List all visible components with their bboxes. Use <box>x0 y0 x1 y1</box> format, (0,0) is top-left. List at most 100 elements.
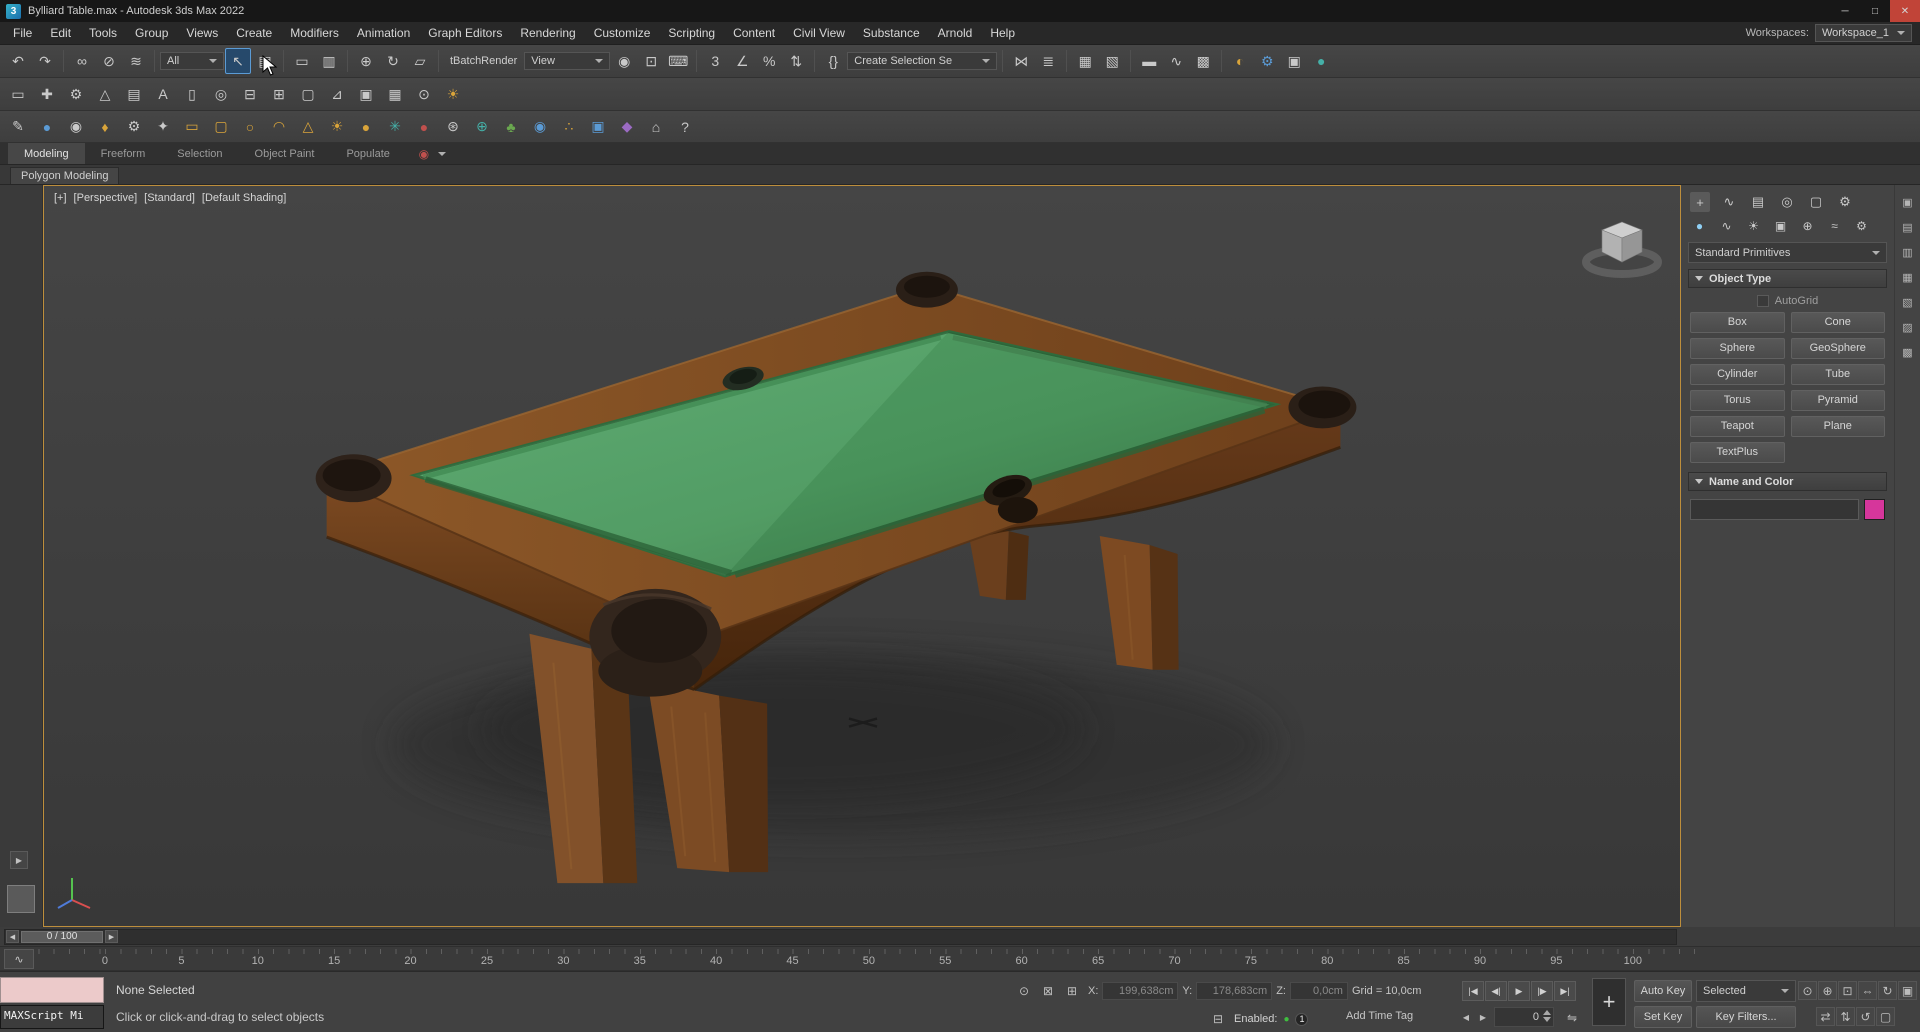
maxscript-mini-listener[interactable]: MAXScript Mi <box>0 1005 104 1029</box>
atom-icon[interactable]: ⊛ <box>440 114 466 140</box>
tab-populate[interactable]: Populate <box>330 143 405 164</box>
circle-icon[interactable]: ○ <box>237 114 263 140</box>
terrain-icon[interactable]: △ <box>92 81 118 107</box>
layout-expand-icon[interactable]: ▶ <box>10 851 28 869</box>
zoom-all-icon[interactable]: ⊕ <box>1818 981 1837 1000</box>
object-name-field[interactable] <box>1690 499 1859 520</box>
previous-key-icon[interactable]: ◀ <box>1458 1008 1474 1026</box>
viewport-canvas[interactable] <box>44 186 1680 926</box>
menu-help[interactable]: Help <box>981 22 1024 45</box>
keyboard-override-icon[interactable]: ⌨ <box>665 48 691 74</box>
notification-badge[interactable]: 1 <box>1295 1012 1309 1026</box>
menu-file[interactable]: File <box>4 22 41 45</box>
key-icon[interactable]: ♦ <box>92 114 118 140</box>
next-key-icon[interactable]: ▶ <box>1475 1008 1491 1026</box>
view-cube[interactable] <box>1572 208 1672 286</box>
snow-globe-icon[interactable]: ● <box>34 114 60 140</box>
orbit-icon[interactable]: ↻ <box>1878 981 1897 1000</box>
globe-icon[interactable]: ⊕ <box>469 114 495 140</box>
create-tab[interactable]: + <box>1690 192 1710 212</box>
select-and-rotate-icon[interactable]: ↻ <box>380 48 406 74</box>
menu-scripting[interactable]: Scripting <box>659 22 724 45</box>
photo-app-icon[interactable]: ▣ <box>585 114 611 140</box>
modify-tab[interactable]: ∿ <box>1719 192 1739 212</box>
frame-spinner[interactable] <box>1543 1010 1551 1022</box>
undo-icon[interactable]: ↶ <box>5 48 31 74</box>
window-crossing-icon[interactable]: ▥ <box>316 48 342 74</box>
align-icon[interactable]: ≣ <box>1035 48 1061 74</box>
select-and-link-icon[interactable]: ∞ <box>69 48 95 74</box>
tab-selection[interactable]: Selection <box>161 143 238 164</box>
next-frame-button[interactable]: |▶ <box>1531 981 1553 1001</box>
utilities-tab[interactable]: ⚙ <box>1835 192 1855 212</box>
dock-history-icon[interactable]: ▨ <box>1899 318 1917 336</box>
use-pivot-center-icon[interactable]: ◉ <box>611 48 637 74</box>
macro-recorder-pane[interactable] <box>0 977 104 1003</box>
ribbon-overflow-icon[interactable]: ◉ <box>414 144 434 164</box>
previous-frame-button[interactable]: ◀| <box>1485 981 1507 1001</box>
rectangle-icon[interactable]: ▭ <box>179 114 205 140</box>
walk-through-icon[interactable]: ⇅ <box>1836 1007 1855 1026</box>
menu-views[interactable]: Views <box>177 22 227 45</box>
dock-render-icon[interactable]: ▦ <box>1899 268 1917 286</box>
menu-tools[interactable]: Tools <box>80 22 126 45</box>
key-mode-toggle-icon[interactable]: ⇋ <box>1562 1008 1582 1028</box>
sphere-icon[interactable]: ● <box>353 114 379 140</box>
menu-animation[interactable]: Animation <box>348 22 419 45</box>
maximize-icon[interactable]: □ <box>1860 0 1890 22</box>
sheet-icon[interactable]: ▤ <box>121 81 147 107</box>
menu-customize[interactable]: Customize <box>585 22 660 45</box>
selection-lock-icon[interactable]: ⊠ <box>1038 981 1058 1001</box>
spinner-snap-icon[interactable]: ⇅ <box>783 48 809 74</box>
primitives-dropdown[interactable]: Standard Primitives <box>1688 242 1887 263</box>
tools-icon[interactable]: ✦ <box>150 114 176 140</box>
close-icon[interactable]: ✕ <box>1890 0 1920 22</box>
ribbon-toggle-icon[interactable]: ▬ <box>1136 48 1162 74</box>
zoom-extents-icon[interactable]: ⊡ <box>1838 981 1857 1000</box>
lightbulb-icon[interactable]: ☀ <box>440 81 466 107</box>
gizmo-icon[interactable]: ✚ <box>34 81 60 107</box>
set-key-button[interactable]: Set Key <box>1634 1006 1692 1028</box>
go-to-end-button[interactable]: ▶| <box>1554 981 1576 1001</box>
time-previous-icon[interactable]: ◀ <box>6 930 19 943</box>
sun-icon[interactable]: ☀ <box>324 114 350 140</box>
selection-filter-dropdown[interactable]: All <box>160 52 224 70</box>
menu-arnold[interactable]: Arnold <box>929 22 982 45</box>
edit-named-sets-icon[interactable]: {} <box>820 48 846 74</box>
spiral-icon[interactable]: ◎ <box>208 81 234 107</box>
monitor-icon[interactable]: ⊟ <box>237 81 263 107</box>
dock-viewport-icon[interactable]: ▣ <box>1899 193 1917 211</box>
menu-civil-view[interactable]: Civil View <box>784 22 854 45</box>
menu-graph-editors[interactable]: Graph Editors <box>419 22 511 45</box>
rounded-rect-icon[interactable]: ▢ <box>208 114 234 140</box>
geosphere-button[interactable]: GeoSphere <box>1790 338 1885 359</box>
dock-settings-icon[interactable]: ▩ <box>1899 343 1917 361</box>
schematic-view-icon[interactable]: ▩ <box>1190 48 1216 74</box>
rendered-frame-icon[interactable]: ▣ <box>1281 48 1307 74</box>
dock-material-icon[interactable]: ▧ <box>1899 293 1917 311</box>
hierarchy-tab[interactable]: ▤ <box>1748 192 1768 212</box>
workspace-dropdown[interactable]: Workspace_1 <box>1814 24 1912 42</box>
select-object-icon[interactable]: ↖ <box>225 48 251 74</box>
frame-number-field[interactable]: 0 <box>1494 1007 1554 1027</box>
menu-substance[interactable]: Substance <box>854 22 929 45</box>
device-icon[interactable]: ▯ <box>179 81 205 107</box>
time-slider-track[interactable]: ◀ 0 / 100 ▶ <box>4 928 1677 945</box>
gears-icon[interactable]: ⚙ <box>121 114 147 140</box>
z-coordinate-field[interactable]: 0,0cm <box>1289 982 1348 1000</box>
viewport-layout-tab[interactable] <box>7 885 35 913</box>
x-coordinate-field[interactable]: 199,638cm <box>1102 982 1179 1000</box>
select-and-move-icon[interactable]: ⊕ <box>353 48 379 74</box>
sample-icon[interactable]: ◉ <box>63 114 89 140</box>
help-icon[interactable]: ? <box>672 114 698 140</box>
substance-icon[interactable]: ◆ <box>614 114 640 140</box>
tab-object-paint[interactable]: Object Paint <box>239 143 331 164</box>
menu-rendering[interactable]: Rendering <box>511 22 584 45</box>
torus-button[interactable]: Torus <box>1690 390 1785 411</box>
plant-icon[interactable]: ♣ <box>498 114 524 140</box>
angle-snap-icon[interactable]: ∠ <box>729 48 755 74</box>
grid-snap-icon[interactable]: ⊞ <box>266 81 292 107</box>
plane-button[interactable]: Plane <box>1790 416 1885 437</box>
motion-tab[interactable]: ◎ <box>1777 192 1797 212</box>
ribbon-dropdown-arrow-icon[interactable] <box>437 151 446 156</box>
